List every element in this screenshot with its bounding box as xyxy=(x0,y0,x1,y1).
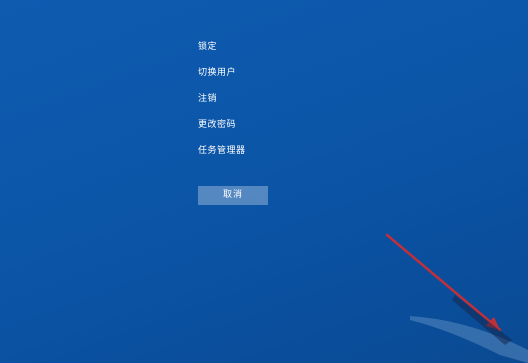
cancel-button[interactable]: 取消 xyxy=(198,186,268,205)
light-streak xyxy=(410,316,528,363)
security-options-menu: 锁定 切换用户 注销 更改密码 任务管理器 xyxy=(198,40,246,170)
menu-item-lock[interactable]: 锁定 xyxy=(198,40,246,66)
annotation-overlay xyxy=(385,233,528,363)
dark-blade xyxy=(452,295,512,345)
red-arrow-line xyxy=(385,233,502,332)
menu-item-change-password[interactable]: 更改密码 xyxy=(198,118,246,144)
menu-item-sign-out[interactable]: 注销 xyxy=(198,92,246,118)
menu-item-task-manager[interactable]: 任务管理器 xyxy=(198,144,246,170)
menu-item-switch-user[interactable]: 切换用户 xyxy=(198,66,246,92)
red-arrow-head xyxy=(485,317,500,330)
